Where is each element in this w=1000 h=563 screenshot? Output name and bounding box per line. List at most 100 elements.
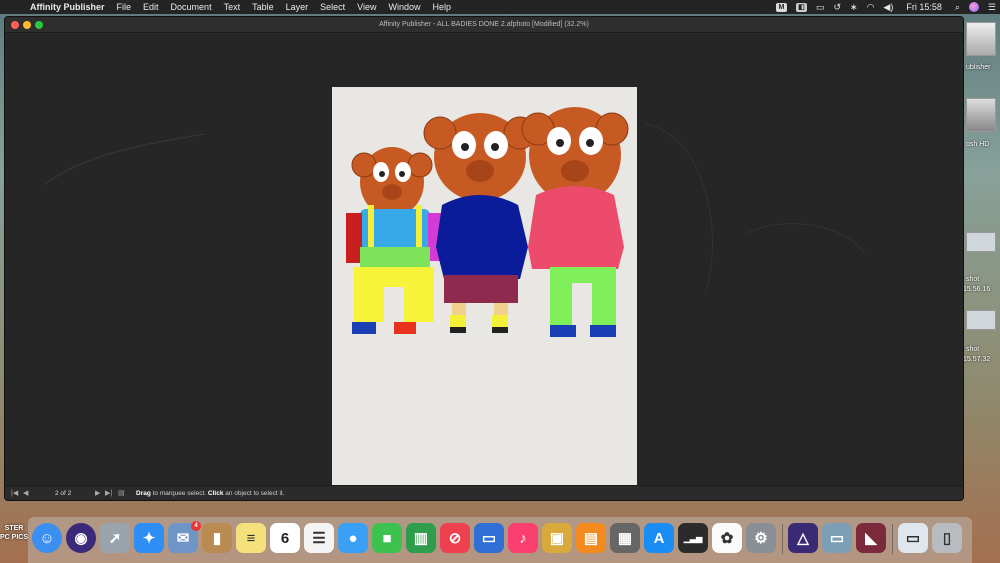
- itunes-icon[interactable]: ♪: [508, 523, 538, 553]
- messages-icon[interactable]: ●: [338, 523, 368, 553]
- window-titlebar[interactable]: Affinity Publisher - ALL BADIES DONE 2.a…: [5, 17, 963, 33]
- facetime-icon[interactable]: ■: [372, 523, 402, 553]
- calculator-icon[interactable]: ▦: [610, 523, 640, 553]
- mega-icon[interactable]: M: [775, 2, 787, 12]
- notes-icon[interactable]: ≡: [236, 523, 266, 553]
- menu-edit[interactable]: Edit: [137, 2, 165, 12]
- activity-monitor-icon[interactable]: ▁▃▅: [678, 523, 708, 553]
- desktop-hd-thumbnail[interactable]: [966, 98, 996, 132]
- dock-app-glyph: ➚: [108, 530, 122, 547]
- dock-app-glyph: ▯: [942, 530, 952, 547]
- dock-app-glyph: ●: [348, 529, 358, 547]
- safari-icon[interactable]: ✦: [134, 523, 164, 553]
- menu-table[interactable]: Table: [246, 2, 280, 12]
- trash-icon[interactable]: ▯: [932, 523, 962, 553]
- numbers-icon[interactable]: ▥: [406, 523, 436, 553]
- siri-menu-icon[interactable]: [968, 2, 979, 12]
- hint-click-text: an object to select it.: [223, 490, 285, 497]
- page-indicator[interactable]: 2 of 2: [55, 486, 71, 500]
- desktop-drive-thumbnail[interactable]: [966, 22, 996, 56]
- bluetooth-icon[interactable]: ∗: [850, 2, 858, 13]
- menu-window[interactable]: Window: [383, 2, 427, 12]
- books-icon[interactable]: ▤: [576, 523, 606, 553]
- document-page[interactable]: [332, 87, 637, 487]
- character-middle[interactable]: [423, 113, 537, 333]
- keynote-icon[interactable]: ▭: [474, 523, 504, 553]
- next-page-icon[interactable]: ▶: [95, 486, 100, 500]
- dock-app-glyph: ▣: [549, 530, 565, 547]
- siri-icon[interactable]: ◉: [66, 523, 96, 553]
- dock-app-glyph: ■: [382, 529, 392, 547]
- volume-icon[interactable]: ◀): [883, 2, 893, 13]
- dock-app-glyph: ▭: [905, 530, 921, 547]
- dock-app-glyph: A: [653, 529, 665, 547]
- menu-text[interactable]: Text: [218, 2, 247, 12]
- hint-drag-label: Drag: [136, 490, 151, 497]
- dock-app-glyph: ▁▃▅: [683, 533, 703, 543]
- affinity-designer-icon[interactable]: △: [788, 523, 818, 553]
- dock-separator: [892, 524, 893, 554]
- dock-app-glyph: ▭: [481, 530, 497, 547]
- dock-app-glyph: ✿: [720, 530, 734, 547]
- system-preferences-icon[interactable]: ⚙: [746, 523, 776, 553]
- status-hint: Drag to marquee select. Click an object …: [136, 486, 285, 500]
- photos-icon[interactable]: ✿: [712, 523, 742, 553]
- airplay-icon[interactable]: ▭: [816, 2, 825, 13]
- dock-app-glyph: △: [797, 530, 809, 547]
- spotlight-search-icon[interactable]: ⌕: [955, 2, 960, 13]
- dock-app-glyph: ◣: [865, 530, 877, 547]
- character-artwork[interactable]: [332, 87, 637, 487]
- desktop-label-publisher: ublisher: [966, 64, 991, 71]
- menu-layer[interactable]: Layer: [280, 2, 315, 12]
- dock-app-glyph: ▭: [829, 530, 845, 547]
- status-bar: |◀ ◀ 2 of 2 ▶ ▶| ▤ Drag to marquee selec…: [5, 485, 963, 500]
- wifi-icon[interactable]: ◠: [867, 2, 875, 13]
- calendar-icon[interactable]: 6: [270, 523, 300, 553]
- image-capture-icon[interactable]: ▭: [822, 523, 852, 553]
- desktop-screenshot-1-thumbnail[interactable]: [966, 232, 996, 252]
- dock-app-glyph: ≡: [246, 529, 256, 547]
- downloads-icon[interactable]: ▭: [898, 523, 928, 553]
- character-left[interactable]: [346, 147, 444, 334]
- app-menu[interactable]: Affinity Publisher: [24, 2, 111, 12]
- display-status-icon[interactable]: ◧: [795, 2, 807, 12]
- menu-select[interactable]: Select: [314, 2, 351, 12]
- close-window-button[interactable]: [11, 21, 19, 29]
- hint-drag-text: to marquee select.: [150, 490, 208, 497]
- first-page-icon[interactable]: |◀: [11, 486, 18, 500]
- document-canvas[interactable]: [5, 34, 963, 487]
- menu-view[interactable]: View: [351, 2, 382, 12]
- menu-help[interactable]: Help: [427, 2, 458, 12]
- launchpad-icon[interactable]: ➚: [100, 523, 130, 553]
- menu-file[interactable]: File: [111, 2, 138, 12]
- finder-icon[interactable]: ☺: [32, 523, 62, 553]
- minimize-window-button[interactable]: [23, 21, 31, 29]
- desktop-screenshot-2-thumbnail[interactable]: [966, 310, 996, 330]
- dock: ☺ ◉ ➚ ✦ ✉ 4 ▮ ≡ 6 ☰ ● ■ ▥ ⊘ ▭ ♪ ▣ ▤ ▦ A ▁▃▅ ✿ ⚙ △ ▭ ◣ ▭ ▯: [28, 517, 972, 563]
- contacts-icon[interactable]: ▮: [202, 523, 232, 553]
- previous-page-icon[interactable]: ◀: [23, 486, 28, 500]
- mail-icon[interactable]: ✉ 4: [168, 521, 201, 553]
- notification-center-icon[interactable]: ☰: [988, 2, 996, 13]
- dock-app-glyph: ⚙: [754, 530, 768, 547]
- preview-icon[interactable]: ▣: [542, 523, 572, 553]
- time-machine-icon[interactable]: ↺: [833, 2, 841, 13]
- reminders-icon[interactable]: ☰: [304, 523, 334, 553]
- character-right[interactable]: [521, 107, 629, 337]
- hint-click-label: Click: [207, 490, 224, 497]
- menubar-clock[interactable]: Fri 15:58: [902, 2, 946, 12]
- dock-app-glyph: ♪: [519, 529, 527, 547]
- page-options-icon[interactable]: ▤: [118, 486, 125, 500]
- desktop-folder-label[interactable]: STER PC PICS: [0, 524, 28, 542]
- last-page-icon[interactable]: ▶|: [105, 486, 112, 500]
- app-store-icon[interactable]: A: [644, 523, 674, 553]
- news-icon[interactable]: ⊘: [440, 523, 470, 553]
- dock-app-glyph: ▤: [583, 530, 599, 547]
- window-title: Affinity Publisher - ALL BADIES DONE 2.a…: [379, 21, 589, 28]
- affinity-publisher-icon[interactable]: ◣: [856, 523, 886, 553]
- zoom-window-button[interactable]: [35, 21, 43, 29]
- dock-app-glyph: ▥: [413, 530, 429, 547]
- menu-document[interactable]: Document: [165, 2, 218, 12]
- desktop-label-time-1: 15.56.16: [963, 286, 991, 293]
- dock-app-glyph: 6: [280, 529, 290, 547]
